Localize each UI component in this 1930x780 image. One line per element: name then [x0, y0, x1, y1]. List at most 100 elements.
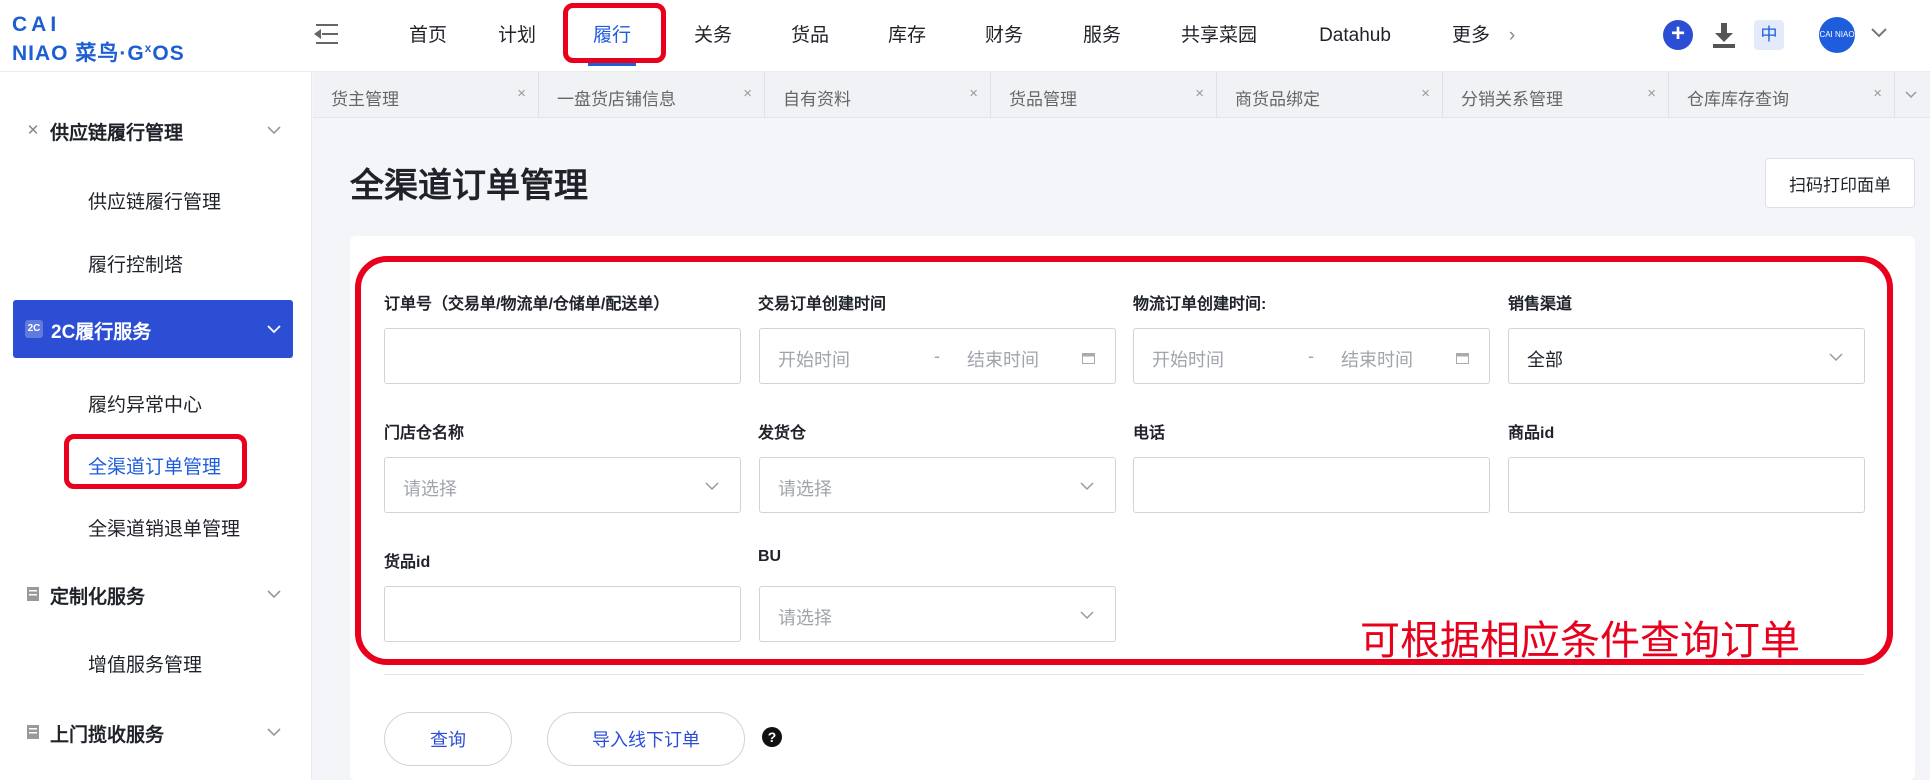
close-icon[interactable]: ×: [1195, 85, 1204, 102]
nav-fulfillment[interactable]: 履行: [580, 0, 644, 72]
phone-label: 电话: [1133, 425, 1166, 442]
logo-line1: CAI: [12, 13, 61, 36]
2c-icon: 2C: [25, 320, 43, 338]
doc-icon: [24, 724, 42, 742]
logo-text: NIAO 菜鸟·G: [12, 42, 145, 65]
sidebar-item-supply-chain-mgmt[interactable]: 供应链履行管理: [88, 187, 221, 214]
nav-plan[interactable]: 计划: [492, 0, 542, 72]
download-icon[interactable]: [1710, 20, 1738, 50]
tab-store-info[interactable]: 一盘货店铺信息 ×: [539, 72, 765, 118]
sidebar-group-label: 2C履行服务: [51, 322, 152, 343]
nav-more[interactable]: 更多: [1446, 0, 1496, 72]
close-icon[interactable]: ×: [1421, 85, 1430, 102]
logistics-time-label: 物流订单创建时间:: [1133, 296, 1267, 313]
product-id-input[interactable]: [1508, 457, 1865, 513]
tab-label: 货品管理: [1009, 90, 1077, 109]
chevron-down-icon: [1079, 478, 1095, 494]
chevron-down-icon: [1079, 607, 1095, 623]
trade-time-label: 交易订单创建时间: [758, 296, 887, 313]
close-icon[interactable]: ×: [1873, 85, 1882, 102]
range-separator: -: [934, 346, 940, 366]
end-time-placeholder[interactable]: 结束时间: [967, 346, 1039, 372]
start-time-placeholder[interactable]: 开始时间: [1152, 346, 1224, 372]
trade-time-range[interactable]: 开始时间 - 结束时间: [759, 328, 1116, 384]
logistics-time-range[interactable]: 开始时间 - 结束时间: [1133, 328, 1490, 384]
sidebar-group-2c-service[interactable]: 2C 2C履行服务: [13, 300, 293, 358]
close-icon[interactable]: ×: [1647, 85, 1656, 102]
sidebar-item-omni-return[interactable]: 全渠道销退单管理: [88, 514, 240, 541]
calendar-icon[interactable]: [1082, 351, 1095, 364]
nav-more-arrow-icon[interactable]: ›: [1500, 0, 1524, 72]
sidebar-item-omni-order[interactable]: 全渠道订单管理: [88, 452, 221, 479]
sidebar-group-label: 上门揽收服务: [50, 725, 165, 746]
goods-id-label: 货品id: [384, 554, 431, 571]
language-toggle[interactable]: 中: [1754, 20, 1784, 50]
tab-label: 分销关系管理: [1461, 90, 1563, 109]
select-placeholder: 请选择: [403, 479, 457, 499]
logo-line2: NIAO 菜鸟·GxOS: [12, 36, 185, 66]
ship-warehouse-select[interactable]: 请选择: [759, 457, 1116, 513]
order-no-input[interactable]: [384, 328, 741, 384]
nav-home[interactable]: 首页: [398, 0, 458, 72]
tab-own-data[interactable]: 自有资料 ×: [765, 72, 991, 118]
close-icon[interactable]: ×: [969, 85, 978, 102]
tab-label: 货主管理: [331, 90, 399, 109]
nav-goods[interactable]: 货品: [785, 0, 835, 72]
store-select[interactable]: 请选择: [384, 457, 741, 513]
chevron-down-icon[interactable]: [1903, 87, 1919, 103]
import-offline-order-button[interactable]: 导入线下订单: [547, 712, 745, 766]
tab-goods-binding[interactable]: 商货品绑定 ×: [1217, 72, 1443, 118]
select-placeholder: 请选择: [778, 608, 832, 628]
sidebar-item-control-tower[interactable]: 履行控制塔: [88, 250, 183, 277]
logo-tail: OS: [152, 42, 185, 65]
sidebar-group-pickup-service[interactable]: 上门揽收服务: [0, 706, 312, 758]
sidebar-group-custom-service[interactable]: 定制化服务: [0, 568, 312, 620]
top-header: CAI NIAO 菜鸟·GxOS 首页 计划 履行 关务 货品 库存 财务 服务…: [0, 0, 1930, 72]
nav-shared-garden[interactable]: 共享菜园: [1174, 0, 1264, 72]
tab-warehouse-stock[interactable]: 仓库库存查询 ×: [1669, 72, 1895, 118]
close-icon[interactable]: ×: [743, 85, 752, 102]
phone-input[interactable]: [1133, 457, 1490, 513]
nav-service[interactable]: 服务: [1077, 0, 1127, 72]
doc-icon: [24, 586, 42, 604]
cainiao-logo[interactable]: CAI NIAO 菜鸟·GxOS: [12, 13, 217, 66]
divider: [384, 674, 1864, 675]
chevron-down-icon: [1828, 349, 1844, 365]
select-placeholder: 请选择: [778, 479, 832, 499]
sidebar-group-supply-chain[interactable]: ✕ 供应链履行管理: [0, 104, 312, 156]
tab-label: 一盘货店铺信息: [557, 90, 676, 109]
chevron-down-icon[interactable]: [1870, 24, 1888, 42]
tab-goods-mgmt[interactable]: 货品管理 ×: [991, 72, 1217, 118]
help-icon[interactable]: ?: [762, 727, 782, 747]
calendar-icon[interactable]: [1456, 351, 1469, 364]
nav-datahub[interactable]: Datahub: [1308, 0, 1402, 72]
product-id-label: 商品id: [1508, 425, 1555, 442]
tab-owner-mgmt[interactable]: 货主管理 ×: [313, 72, 539, 118]
nav-finance[interactable]: 财务: [979, 0, 1029, 72]
query-button[interactable]: 查询: [384, 712, 512, 766]
nav-customs[interactable]: 关务: [688, 0, 738, 72]
avatar[interactable]: CAI NIAO: [1819, 17, 1855, 53]
menu-collapse-icon[interactable]: [312, 22, 342, 48]
sidebar-item-exception-center[interactable]: 履约异常中心: [88, 390, 202, 417]
start-time-placeholder[interactable]: 开始时间: [778, 346, 850, 372]
range-separator: -: [1308, 346, 1314, 366]
sidebar-item-value-added[interactable]: 增值服务管理: [88, 650, 202, 677]
tab-label: 商货品绑定: [1235, 90, 1320, 109]
scan-print-button[interactable]: 扫码打印面单: [1765, 158, 1915, 208]
order-no-label: 订单号（交易单/物流单/仓储单/配送单）: [384, 296, 670, 313]
chevron-down-icon: [266, 122, 282, 138]
channel-select[interactable]: 全部: [1508, 328, 1865, 384]
end-time-placeholder[interactable]: 结束时间: [1341, 346, 1413, 372]
chevron-down-icon: [266, 724, 282, 740]
close-icon[interactable]: ×: [517, 85, 526, 102]
bu-label: BU: [758, 548, 782, 565]
goods-id-input[interactable]: [384, 586, 741, 642]
tab-distribution[interactable]: 分销关系管理 ×: [1443, 72, 1669, 118]
sidebar-group-label: 供应链履行管理: [50, 123, 184, 144]
plus-icon[interactable]: +: [1663, 20, 1693, 50]
channel-label: 销售渠道: [1508, 296, 1573, 313]
nav-inventory[interactable]: 库存: [882, 0, 932, 72]
tab-label: 仓库库存查询: [1687, 90, 1789, 109]
bu-select[interactable]: 请选择: [759, 586, 1116, 642]
